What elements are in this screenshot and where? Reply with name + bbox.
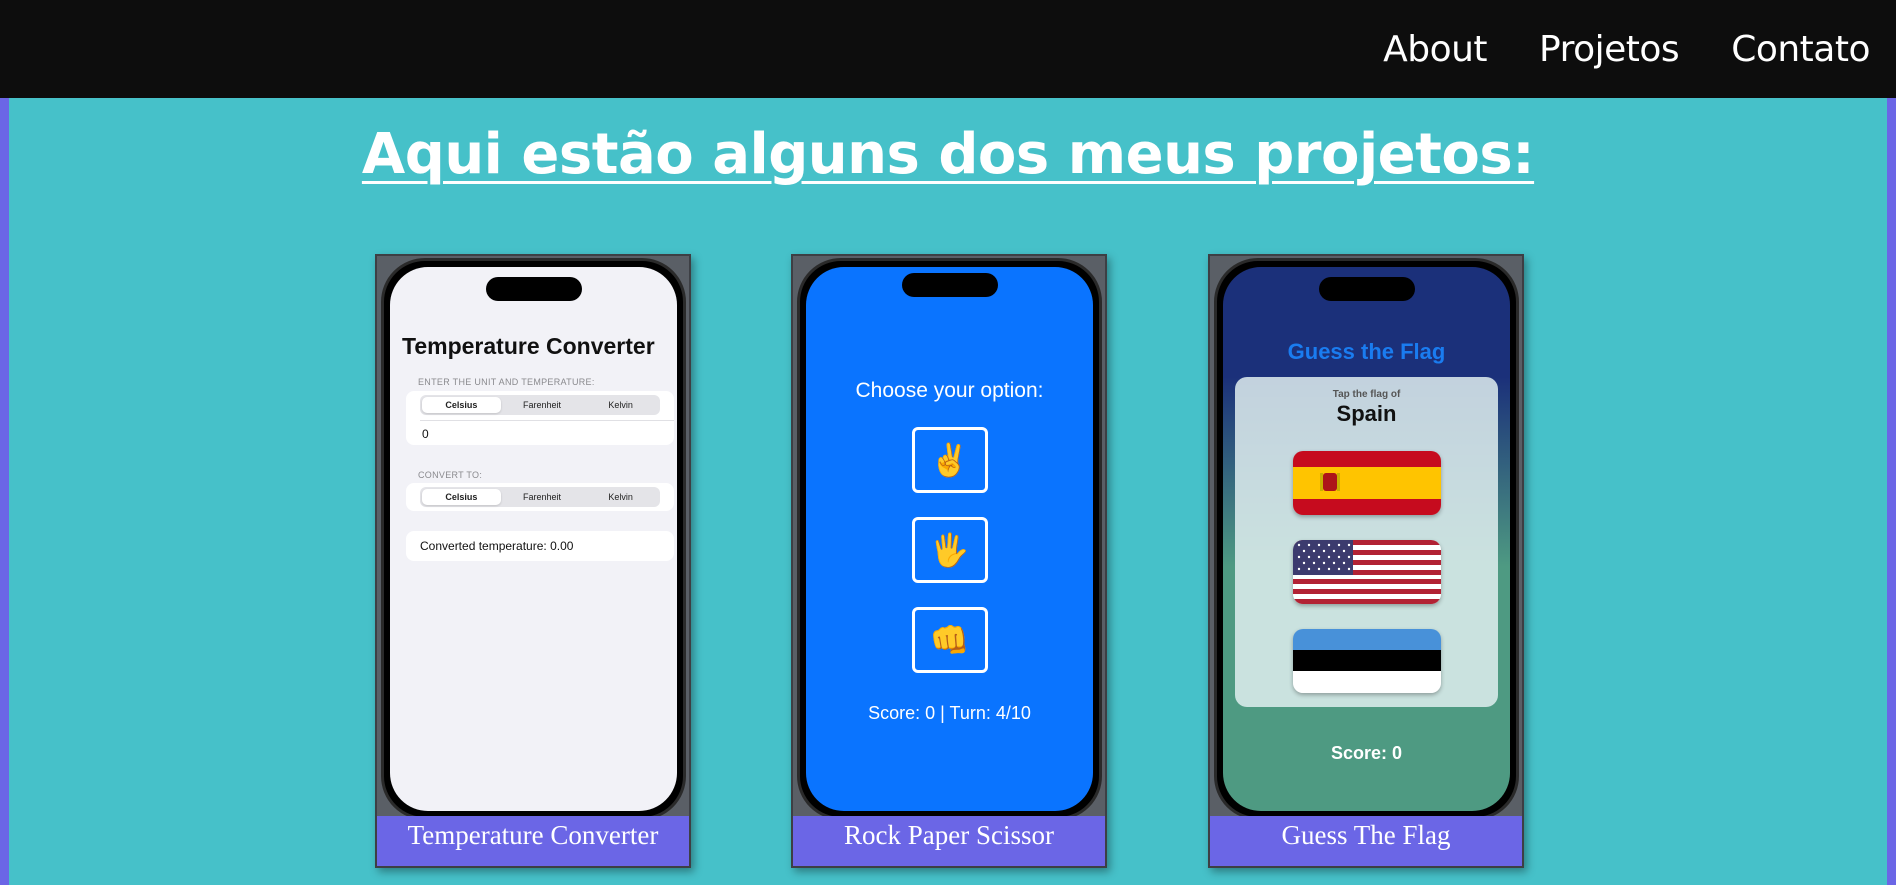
temperature-input-value: 0 xyxy=(422,427,429,441)
nav-link-about[interactable]: About xyxy=(1383,29,1487,70)
estonia-flag-icon xyxy=(1292,629,1441,693)
paper-option: 🖐️ xyxy=(911,517,988,583)
scissors-option: ✌️ xyxy=(911,427,988,493)
app-prompt: Choose your option: xyxy=(855,379,1044,402)
tap-instruction: Tap the flag of xyxy=(1332,389,1401,400)
target-unit-segmented-control: Celsius Farenheit Kelvin xyxy=(420,487,660,507)
spain-flag-icon xyxy=(1292,451,1441,515)
dynamic-island xyxy=(485,277,582,301)
segment-kelvin: Kelvin xyxy=(608,492,633,502)
project-card-guess-the-flag[interactable]: Guess the Flag Tap the flag of Spain Sco… xyxy=(1208,254,1524,868)
card-caption: Guess The Flag xyxy=(1210,816,1522,866)
phone-mockup: Choose your option: ✌️ 🖐️ 👊 Score: 0 | T… xyxy=(797,258,1102,820)
segment-farenheit: Farenheit xyxy=(522,492,562,502)
segment-celsius: Celsius xyxy=(422,397,501,413)
app-screenshot: Choose your option: ✌️ 🖐️ 👊 Score: 0 | T… xyxy=(806,267,1093,811)
segment-kelvin: Kelvin xyxy=(608,400,633,410)
section-label: ENTER THE UNIT AND TEMPERATURE: xyxy=(418,377,595,387)
phone-mockup: Temperature Converter ENTER THE UNIT AND… xyxy=(381,258,686,820)
phone-mockup: Guess the Flag Tap the flag of Spain Sco… xyxy=(1214,258,1519,820)
nav-link-contato[interactable]: Contato xyxy=(1731,29,1870,70)
dynamic-island xyxy=(1318,277,1415,301)
project-card-temperature-converter[interactable]: Temperature Converter ENTER THE UNIT AND… xyxy=(375,254,691,868)
app-screenshot: Guess the Flag Tap the flag of Spain Sco… xyxy=(1223,267,1510,811)
segment-farenheit: Farenheit xyxy=(522,400,562,410)
country-name: Spain xyxy=(1336,401,1397,426)
flag-panel: Tap the flag of Spain xyxy=(1235,377,1498,707)
app-title: Guess the Flag xyxy=(1287,339,1446,364)
page-heading: Aqui estão alguns dos meus projetos: xyxy=(361,122,1535,187)
score-text: Score: 0 xyxy=(1330,743,1403,763)
divider xyxy=(420,420,674,421)
unit-segmented-control: Celsius Farenheit Kelvin xyxy=(420,395,660,415)
segment-celsius: Celsius xyxy=(422,489,501,505)
section-label: CONVERT TO: xyxy=(418,470,483,480)
card-caption: Temperature Converter xyxy=(377,816,689,866)
card-caption: Rock Paper Scissor xyxy=(793,816,1105,866)
converted-result: Converted temperature: 0.00 xyxy=(406,531,674,561)
project-card-rock-paper-scissor[interactable]: Choose your option: ✌️ 🖐️ 👊 Score: 0 | T… xyxy=(791,254,1107,868)
convert-to-group: Celsius Farenheit Kelvin xyxy=(406,483,674,511)
nav-link-projetos[interactable]: Projetos xyxy=(1539,29,1680,70)
app-title: Temperature Converter xyxy=(402,333,655,359)
rock-option: 👊 xyxy=(911,607,988,673)
top-navbar: About Projetos Contato xyxy=(0,0,1896,98)
dynamic-island xyxy=(901,273,998,297)
usa-flag-icon xyxy=(1292,540,1441,604)
input-group: Celsius Farenheit Kelvin 0 xyxy=(406,391,674,445)
app-screenshot: Temperature Converter ENTER THE UNIT AND… xyxy=(390,267,677,811)
score-text: Score: 0 | Turn: 4/10 xyxy=(868,703,1031,723)
